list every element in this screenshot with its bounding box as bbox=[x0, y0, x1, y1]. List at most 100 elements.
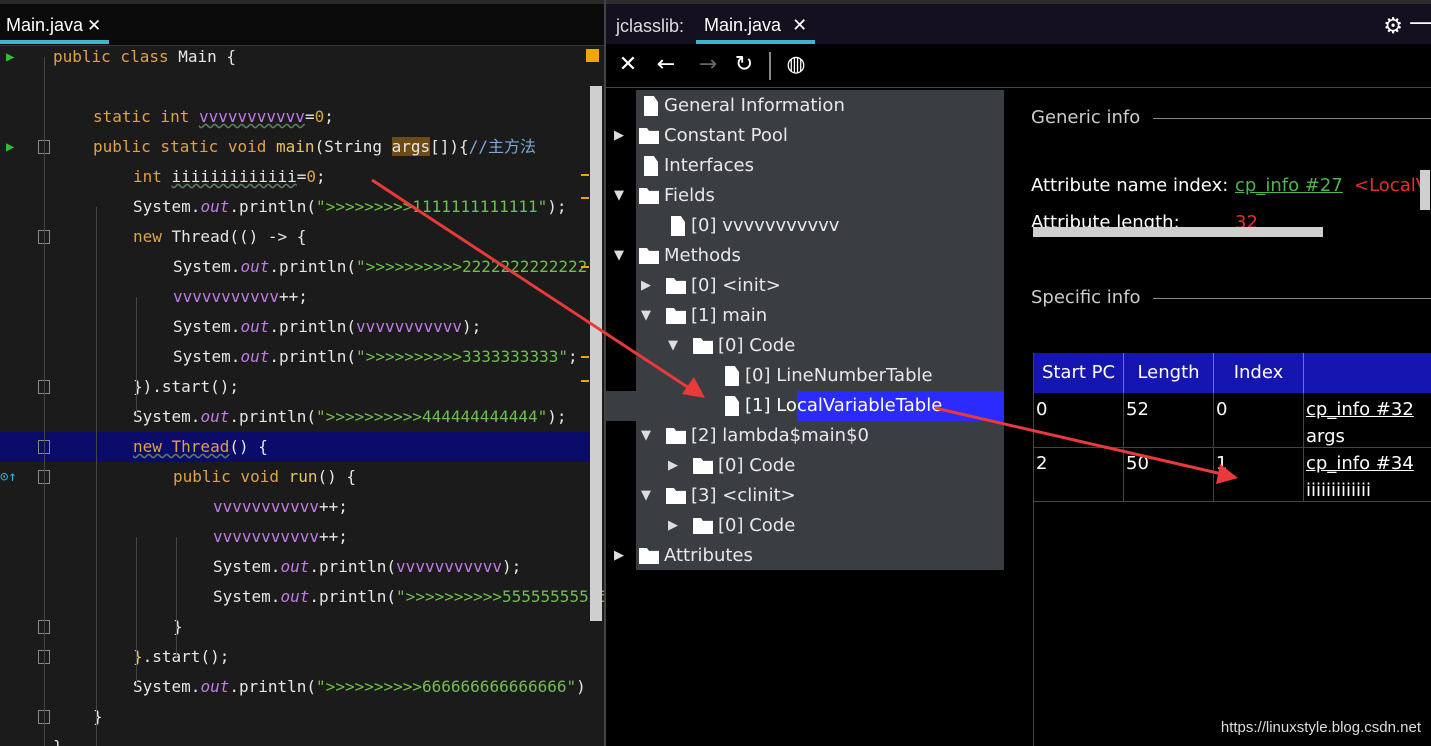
horizontal-scrollbar[interactable] bbox=[1033, 227, 1323, 237]
code-line[interactable]: System.out.println(vvvvvvvvvvv); bbox=[0, 552, 590, 582]
code-token: iiiiiiiiiiiii bbox=[171, 167, 297, 186]
code-token: System. bbox=[133, 197, 201, 216]
code-token: []){ bbox=[430, 137, 469, 156]
code-text: public class Main { bbox=[53, 42, 236, 72]
browser-icon[interactable]: ◍ bbox=[782, 52, 810, 77]
jclasslib-tab-main-java[interactable]: Main.java ✕ bbox=[696, 10, 816, 44]
code-line[interactable]: }.start(); bbox=[0, 642, 590, 672]
code-line[interactable]: System.out.println(">>>>>>>>>>2222222222… bbox=[0, 252, 597, 282]
collapsed-arrow-icon[interactable]: ▶ bbox=[666, 517, 680, 535]
code-line[interactable]: } bbox=[0, 732, 590, 746]
refresh-icon[interactable]: ↻ bbox=[730, 52, 758, 77]
expanded-arrow-icon[interactable]: ▼ bbox=[666, 337, 680, 355]
scroll-marker[interactable] bbox=[581, 174, 589, 176]
close-tab-icon[interactable]: ✕ bbox=[87, 16, 101, 35]
run-icon[interactable]: ▶ bbox=[6, 132, 14, 162]
code-line[interactable]: vvvvvvvvvvv++; bbox=[0, 282, 590, 312]
back-icon[interactable]: ← bbox=[652, 52, 680, 77]
scroll-marker[interactable] bbox=[581, 356, 589, 358]
code-line[interactable]: new Thread() { bbox=[0, 432, 590, 462]
column-header-name[interactable] bbox=[1304, 353, 1431, 393]
minus-icon[interactable]: — bbox=[1409, 8, 1431, 36]
expanded-arrow-icon[interactable]: ▼ bbox=[612, 187, 626, 205]
close-icon[interactable]: ✕ bbox=[614, 52, 642, 77]
run-icon[interactable]: ▶ bbox=[6, 42, 14, 72]
code-token: args bbox=[391, 137, 431, 156]
scroll-marker[interactable] bbox=[581, 266, 589, 268]
scroll-marker[interactable] bbox=[581, 197, 589, 199]
code-line[interactable]: System.out.println(">>>>>>>>>>6666666666… bbox=[0, 672, 590, 702]
code-text: new Thread(() -> { bbox=[133, 222, 306, 252]
expanded-arrow-icon[interactable]: ▼ bbox=[612, 247, 626, 265]
code-line[interactable]: } bbox=[0, 612, 590, 642]
code-line[interactable]: System.out.println(">>>>>>>>>11111111111… bbox=[0, 192, 590, 222]
expanded-arrow-icon[interactable]: ▼ bbox=[639, 427, 653, 445]
vertical-scrollbar[interactable] bbox=[1420, 170, 1430, 210]
tree-node[interactable] bbox=[606, 271, 1004, 301]
code-token: System. bbox=[133, 677, 201, 696]
tree-node-label: [0] Code bbox=[718, 515, 796, 536]
toolbar-divider bbox=[769, 52, 771, 80]
code-token: out bbox=[280, 587, 310, 606]
code-line[interactable]: public void run() { ⊙↑ bbox=[0, 462, 590, 492]
code-token: ); bbox=[547, 197, 567, 216]
code-token: ); bbox=[462, 317, 482, 336]
code-token: vvvvvvvvvvv bbox=[396, 557, 503, 576]
column-header-length[interactable]: Length bbox=[1124, 353, 1214, 393]
tree-node-label: Fields bbox=[664, 185, 715, 206]
code-line[interactable]: }).start(); bbox=[0, 372, 590, 402]
code-text: public void run() { bbox=[173, 462, 356, 492]
code-line[interactable]: vvvvvvvvvvv++; bbox=[0, 492, 590, 522]
code-text: System.out.println(">>>>>>>>>>4444444444… bbox=[133, 402, 567, 432]
code-line[interactable]: int iiiiiiiiiiiii=0; bbox=[0, 162, 590, 192]
indent-guide bbox=[136, 297, 137, 417]
code-token: } bbox=[93, 707, 103, 726]
code-editor[interactable]: Main.java ✕ public class Main {▶ static in… bbox=[0, 0, 604, 746]
code-line[interactable]: new Thread(() -> { bbox=[0, 222, 590, 252]
code-token: public void bbox=[173, 467, 289, 486]
code-token: = bbox=[304, 107, 315, 126]
code-line[interactable]: static int vvvvvvvvvvv=0; bbox=[0, 102, 590, 132]
jclasslib-label: jclasslib: bbox=[616, 16, 685, 36]
code-line[interactable]: System.out.println(">>>>>>>>>>3333333333… bbox=[0, 342, 590, 372]
code-token: 0 bbox=[306, 167, 317, 186]
code-line[interactable]: } bbox=[0, 702, 590, 732]
gear-icon[interactable]: ⚙ bbox=[1383, 14, 1403, 39]
expanded-arrow-icon[interactable]: ▼ bbox=[639, 307, 653, 325]
scroll-marker[interactable] bbox=[581, 380, 589, 382]
code-line[interactable]: System.out.println(">>>>>>>>>>5555555555… bbox=[0, 582, 604, 612]
code-text: }.start(); bbox=[133, 642, 229, 672]
code-token: ">>>>>>>>>>444444444444" bbox=[316, 407, 548, 426]
indent-guide bbox=[44, 57, 45, 746]
editor-tab-main-java[interactable]: Main.java ✕ bbox=[0, 10, 110, 44]
cell-name-link[interactable]: cp_info #34 bbox=[1306, 453, 1414, 474]
code-line[interactable]: public class Main { ▶ bbox=[0, 42, 590, 72]
attribute-name-index-link[interactable]: cp_info #27 bbox=[1235, 175, 1343, 196]
code-token: System. bbox=[213, 557, 281, 576]
collapsed-arrow-icon[interactable]: ▶ bbox=[666, 457, 680, 475]
code-token: } bbox=[173, 617, 183, 636]
tree-node-label: Constant Pool bbox=[664, 125, 788, 146]
expanded-arrow-icon[interactable]: ▼ bbox=[639, 487, 653, 505]
code-line[interactable]: vvvvvvvvvvv++; bbox=[0, 522, 590, 552]
code-line[interactable]: System.out.println(">>>>>>>>>>4444444444… bbox=[0, 402, 590, 432]
forward-icon[interactable]: → bbox=[694, 52, 722, 77]
code-token: vvvvvvvvvvv bbox=[213, 497, 319, 516]
collapsed-arrow-icon[interactable]: ▶ bbox=[612, 127, 626, 145]
code-text: System.out.println(vvvvvvvvvvv); bbox=[213, 552, 521, 582]
attribute-name-index-label: Attribute name index: bbox=[1031, 175, 1229, 196]
tree-node[interactable] bbox=[606, 481, 1004, 511]
collapsed-arrow-icon[interactable]: ▶ bbox=[639, 277, 653, 295]
editor-scrollbar[interactable] bbox=[590, 86, 602, 621]
column-header-index[interactable]: Index bbox=[1214, 353, 1304, 393]
override-icon[interactable]: ⊙↑ bbox=[0, 462, 17, 492]
code-line[interactable]: public static void main(String args[]){/… bbox=[0, 132, 590, 162]
column-header-start-pc[interactable]: Start PC bbox=[1034, 353, 1124, 393]
collapsed-arrow-icon[interactable]: ▶ bbox=[612, 547, 626, 565]
local-variable-table: Start PC Length Index 0 52 0 cp_info #32… bbox=[1033, 353, 1431, 746]
close-tab-icon[interactable]: ✕ bbox=[792, 15, 807, 35]
tree-node[interactable] bbox=[606, 301, 1004, 331]
cell-name-link[interactable]: cp_info #32 bbox=[1306, 399, 1414, 420]
code-line[interactable]: System.out.println(vvvvvvvvvvv); bbox=[0, 312, 590, 342]
code-line[interactable] bbox=[0, 72, 590, 102]
